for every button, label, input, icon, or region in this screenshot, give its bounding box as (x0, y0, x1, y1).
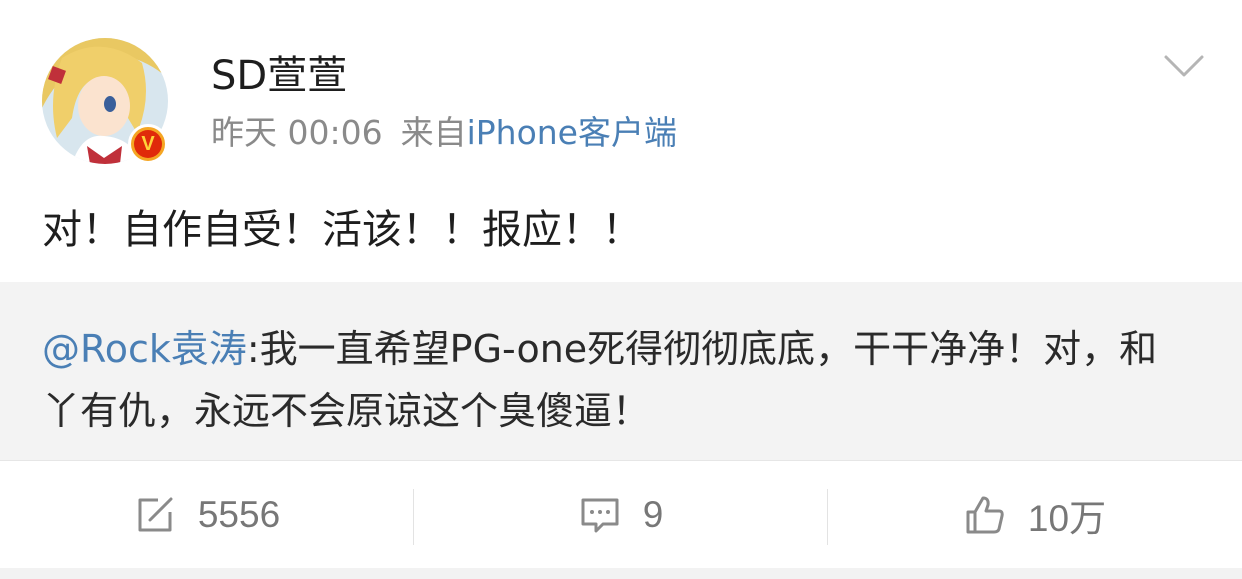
reposted-content[interactable]: @Rock袁涛:我一直希望PG-one死得彻彻底底，干干净净！对，和丫有仇，永远… (0, 282, 1242, 460)
repost-button[interactable]: 5556 (0, 461, 414, 569)
thumbs-up-icon (966, 496, 1004, 534)
mention-link[interactable]: @Rock袁涛 (42, 327, 247, 371)
source-prefix: 来自 (400, 113, 467, 152)
repost-count: 5556 (197, 494, 281, 535)
edit-square-icon (138, 497, 173, 532)
verified-badge-letter: V (134, 130, 162, 158)
source-client-link[interactable]: iPhone客户端 (467, 113, 677, 152)
post-time: 昨天 00:06 (211, 113, 383, 152)
verified-badge: V (128, 124, 168, 164)
like-count: 10万 (1027, 498, 1107, 539)
like-button[interactable]: 10万 (828, 461, 1242, 569)
chevron-down-icon[interactable] (1163, 52, 1205, 80)
comment-count: 9 (642, 494, 664, 535)
username[interactable]: SD萱萱 (211, 52, 347, 100)
card-separator (0, 568, 1242, 579)
comment-bubble-icon (581, 498, 619, 533)
post-text: 对！自作自受！活该！！报应！！ (42, 207, 642, 253)
weibo-post-card: V SD萱萱 昨天 00:06 来自iPhone客户端 对！自作自受！活该！！报应… (0, 0, 1242, 579)
repost-text-block: @Rock袁涛:我一直希望PG-one死得彻彻底底，干干净净！对，和丫有仇，永远… (42, 318, 1192, 442)
comment-button[interactable]: 9 (414, 461, 828, 569)
action-bar: 5556 9 10万 (0, 460, 1242, 569)
post-meta: 昨天 00:06 来自iPhone客户端 (211, 112, 677, 154)
